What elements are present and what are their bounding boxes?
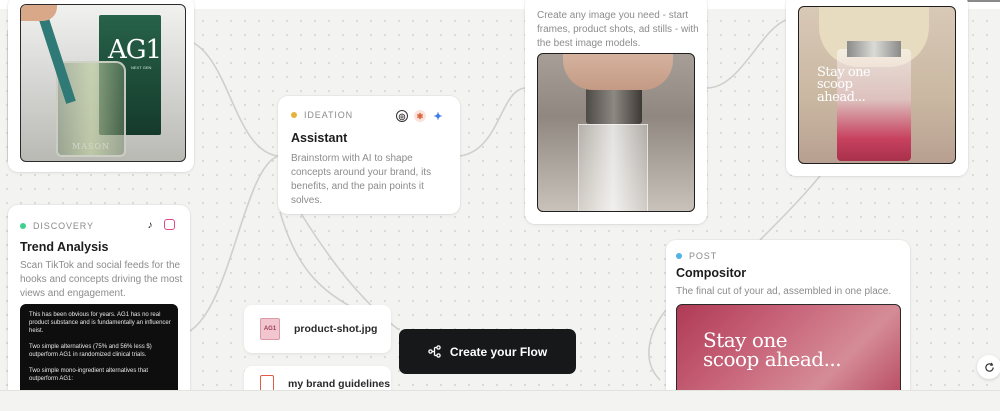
create-flow-label: Create your Flow [449,344,548,359]
instagram-icon [164,219,175,230]
image-generation-description: Create any image you need - start frames… [537,10,699,49]
bottle-cap-photo [537,53,695,212]
file-name-product-shot: product-shot.jpg [294,323,378,335]
social-post-preview: This has been obvious for years. AG1 has… [20,304,178,404]
fingers [563,54,673,90]
social-post-text: This has been obvious for years. AG1 has… [29,311,171,391]
compositor-preview: Stay one scoop ahead... [676,304,901,400]
image-file-icon: AG1 [260,318,280,340]
bottle-body [578,124,648,211]
compositor-title: Compositor [676,266,747,280]
assistant-card[interactable]: IDEATION ◎ ✱ ✦ Assistant Brainstorm with… [278,96,460,214]
tiktok-icon: ♪ [147,219,153,231]
compositor-overlay-text: Stay one scoop ahead... [703,328,842,371]
flow-icon [428,345,441,358]
hand [21,5,57,21]
ideation-tag-label: IDEATION [304,110,354,120]
video-card[interactable]: Stay one scoop ahead... [786,0,968,176]
compositor-card[interactable]: POST Compositor The final cut of your ad… [666,240,910,400]
pink-bottle-photo: Stay one scoop ahead... [798,6,956,164]
discovery-dot [20,223,26,229]
discovery-tag: DISCOVERY [20,221,94,231]
ideation-dot [291,112,297,118]
bottle-cap [847,41,901,57]
post-tag-label: POST [689,251,718,261]
video-overlay-text: Stay one scoop ahead... [817,65,871,105]
post-line-2: Two simple alternatives (75% and 56% les… [29,344,152,358]
product-image-card[interactable]: AG1 NEXT GEN MASON [8,0,194,172]
discovery-tag-label: DISCOVERY [33,221,94,231]
image-generation-card[interactable]: Create any image you need - start frames… [525,0,707,224]
post-line-3: Two simple mono-ingredient alternatives … [29,368,149,382]
anthropic-icon: ✱ [414,110,426,122]
post-tag: POST [676,251,717,261]
assistant-title: Assistant [291,131,348,145]
ag1-product-photo: AG1 NEXT GEN MASON [20,4,186,162]
trend-analysis-title: Trend Analysis [20,240,109,254]
gemini-icon: ✦ [433,110,443,123]
trend-analysis-card[interactable]: DISCOVERY ♪ Trend Analysis Scan TikTok a… [8,205,190,405]
openai-icon: ◎ [396,110,408,122]
post-line-1: This has been obvious for years. AG1 has… [29,312,171,334]
jar-label: MASON [72,142,111,151]
social-icons: ♪ [144,219,175,231]
model-icons: ◎ ✱ ✦ [396,110,444,123]
ideation-tag: IDEATION [291,110,353,120]
bottom-bar [0,390,1000,411]
post-dot [676,253,682,259]
ag1-subtext: NEXT GEN [131,65,152,70]
create-flow-button[interactable]: Create your Flow [399,329,576,374]
assistant-description: Brainstorm with AI to shape concepts aro… [291,153,432,206]
refresh-button[interactable] [977,355,1000,379]
file-name-brand-guidelines: my brand guidelines [288,378,391,390]
compositor-description: The final cut of your ad, assembled in o… [676,286,892,297]
file-chip-product-shot[interactable]: AG1 product-shot.jpg [244,305,391,353]
refresh-icon [984,362,994,372]
trend-analysis-description: Scan TikTok and social feeds for the hoo… [20,260,183,299]
